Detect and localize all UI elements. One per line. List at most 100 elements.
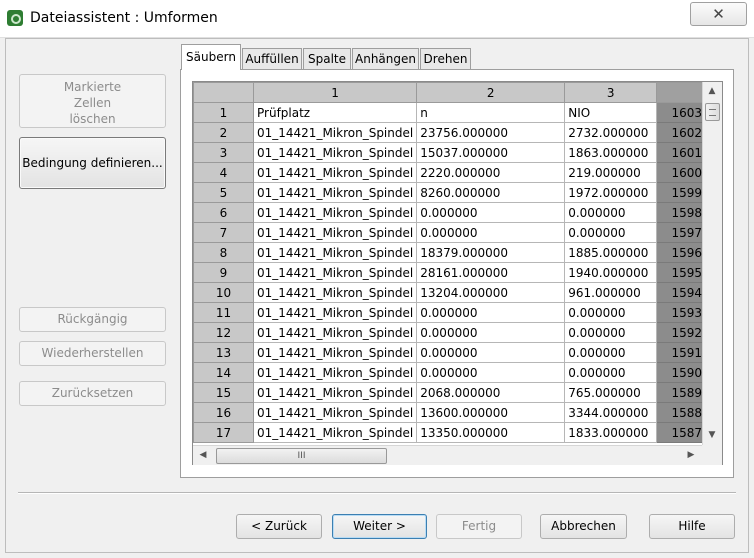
cancel-button[interactable]: Abbrechen xyxy=(540,514,627,539)
table-cell[interactable]: 13204.000000 xyxy=(416,282,566,303)
row-header[interactable]: 14 xyxy=(193,362,254,383)
table-cell[interactable]: 961.000000 xyxy=(564,282,658,303)
redo-button[interactable]: Wiederherstellen xyxy=(19,341,166,366)
column-header-2[interactable]: 2 xyxy=(416,82,566,103)
table-cell[interactable]: 0.000000 xyxy=(416,322,566,343)
table-cell[interactable]: 1885.000000 xyxy=(564,242,658,263)
column-header-1[interactable]: 1 xyxy=(252,82,418,103)
table-row: 7 01_14421_Mikron_Spindel 0.000000 0.000000… xyxy=(193,222,718,243)
vertical-scroll-thumb[interactable] xyxy=(705,103,720,121)
table-cell[interactable]: 01_14421_Mikron_Spindel xyxy=(252,422,418,443)
row-header[interactable]: 5 xyxy=(193,182,254,203)
horizontal-scroll-thumb[interactable]: III xyxy=(216,448,387,464)
row-header[interactable]: 6 xyxy=(193,202,254,223)
table-cell[interactable]: 18379.000000 xyxy=(416,242,566,263)
corner-cell[interactable] xyxy=(193,82,254,103)
table-cell[interactable]: 1833.000000 xyxy=(564,422,658,443)
table-cell[interactable]: 28161.000000 xyxy=(416,262,566,283)
next-button[interactable]: Weiter > xyxy=(332,514,427,539)
finish-button[interactable]: Fertig xyxy=(436,514,522,539)
header-row: 1 2 3 xyxy=(193,82,718,103)
table-cell[interactable]: 0.000000 xyxy=(564,202,658,223)
reset-button[interactable]: Zurücksetzen xyxy=(19,381,166,406)
table-cell[interactable]: 0.000000 xyxy=(564,362,658,383)
back-button[interactable]: < Zurück xyxy=(236,514,322,539)
scroll-down-icon[interactable]: ▼ xyxy=(704,430,720,440)
table-cell[interactable]: 01_14421_Mikron_Spindel xyxy=(252,162,418,183)
row-header[interactable]: 16 xyxy=(193,402,254,423)
row-header[interactable]: 13 xyxy=(193,342,254,363)
table-cell[interactable]: 3344.000000 xyxy=(564,402,658,423)
table-cell[interactable]: 13600.000000 xyxy=(416,402,566,423)
table-cell[interactable]: 0.000000 xyxy=(416,362,566,383)
table-cell[interactable]: 01_14421_Mikron_Spindel xyxy=(252,122,418,143)
table-cell[interactable]: 01_14421_Mikron_Spindel xyxy=(252,282,418,303)
row-header[interactable]: 7 xyxy=(193,222,254,243)
row-header[interactable]: 8 xyxy=(193,242,254,263)
table-cell[interactable]: 01_14421_Mikron_Spindel xyxy=(252,142,418,163)
table-cell[interactable]: 2732.000000 xyxy=(564,122,658,143)
table-cell[interactable]: 01_14421_Mikron_Spindel xyxy=(252,302,418,323)
define-condition-button[interactable]: Bedingung definieren... xyxy=(19,137,166,189)
scroll-left-icon[interactable]: ◀ xyxy=(196,450,210,460)
row-header[interactable]: 17 xyxy=(193,422,254,443)
table-cell[interactable]: 0.000000 xyxy=(416,222,566,243)
table-cell[interactable]: 765.000000 xyxy=(564,382,658,403)
table-cell[interactable]: 15037.000000 xyxy=(416,142,566,163)
delete-marked-cells-button[interactable]: Markierte Zellen löschen xyxy=(19,74,166,128)
table-cell[interactable]: 01_14421_Mikron_Spindel xyxy=(252,202,418,223)
row-header[interactable]: 1 xyxy=(193,102,254,123)
table-cell[interactable]: 01_14421_Mikron_Spindel xyxy=(252,362,418,383)
table-cell[interactable]: 2220.000000 xyxy=(416,162,566,183)
tab-spalte[interactable]: Spalte xyxy=(303,48,351,69)
column-header-3[interactable]: 3 xyxy=(564,82,658,103)
row-header[interactable]: 2 xyxy=(193,122,254,143)
table-cell[interactable]: 13350.000000 xyxy=(416,422,566,443)
table-cell[interactable]: 0.000000 xyxy=(564,322,658,343)
table-cell[interactable]: 0.000000 xyxy=(416,302,566,323)
table-cell[interactable]: 2068.000000 xyxy=(416,382,566,403)
table-cell[interactable]: 01_14421_Mikron_Spindel xyxy=(252,402,418,423)
row-header[interactable]: 3 xyxy=(193,142,254,163)
row-header[interactable]: 4 xyxy=(193,162,254,183)
row-header[interactable]: 12 xyxy=(193,322,254,343)
row-header[interactable]: 9 xyxy=(193,262,254,283)
help-button[interactable]: Hilfe xyxy=(649,514,735,539)
table-cell[interactable]: 1972.000000 xyxy=(564,182,658,203)
table-cell[interactable]: 23756.000000 xyxy=(416,122,566,143)
row-header[interactable]: 15 xyxy=(193,382,254,403)
table-cell[interactable]: n xyxy=(416,102,566,123)
table-cell[interactable]: 01_14421_Mikron_Spindel xyxy=(252,322,418,343)
tab-anhaengen[interactable]: Anhängen xyxy=(352,48,419,69)
table-cell[interactable]: NIO xyxy=(564,102,658,123)
table-cell[interactable]: 0.000000 xyxy=(416,202,566,223)
table-cell[interactable]: 01_14421_Mikron_Spindel xyxy=(252,382,418,403)
table-cell[interactable]: 0.000000 xyxy=(416,342,566,363)
table-cell[interactable]: 0.000000 xyxy=(564,342,658,363)
close-button[interactable]: ✕ xyxy=(690,2,747,26)
table-cell[interactable]: 219.000000 xyxy=(564,162,658,183)
undo-button[interactable]: Rückgängig xyxy=(19,307,166,332)
scroll-up-icon[interactable]: ▲ xyxy=(704,86,720,96)
row-header[interactable]: 10 xyxy=(193,282,254,303)
tab-drehen[interactable]: Drehen xyxy=(420,48,471,69)
table-cell[interactable]: Prüfplatz xyxy=(252,102,418,123)
table-row: 15 01_14421_Mikron_Spindel 2068.000000 765.… xyxy=(193,382,718,403)
table-cell[interactable]: 0.000000 xyxy=(564,222,658,243)
table-cell[interactable]: 01_14421_Mikron_Spindel xyxy=(252,182,418,203)
scroll-right-icon[interactable]: ▶ xyxy=(684,450,698,460)
table-cell[interactable]: 0.000000 xyxy=(564,302,658,323)
vertical-scrollbar[interactable] xyxy=(702,82,722,445)
table-cell[interactable]: 01_14421_Mikron_Spindel xyxy=(252,242,418,263)
tab-auffuellen[interactable]: Auffüllen xyxy=(242,48,302,69)
table-cell[interactable]: 01_14421_Mikron_Spindel xyxy=(252,262,418,283)
table-cell[interactable]: 01_14421_Mikron_Spindel xyxy=(252,342,418,363)
tab-saeubern[interactable]: Säubern xyxy=(181,44,241,70)
table-row: 6 01_14421_Mikron_Spindel 0.000000 0.000000… xyxy=(193,202,718,223)
table-cell[interactable]: 1863.000000 xyxy=(564,142,658,163)
table-cell[interactable]: 1940.000000 xyxy=(564,262,658,283)
table-row: 2 01_14421_Mikron_Spindel 23756.000000 2732… xyxy=(193,122,718,143)
row-header[interactable]: 11 xyxy=(193,302,254,323)
table-cell[interactable]: 8260.000000 xyxy=(416,182,566,203)
table-cell[interactable]: 01_14421_Mikron_Spindel xyxy=(252,222,418,243)
